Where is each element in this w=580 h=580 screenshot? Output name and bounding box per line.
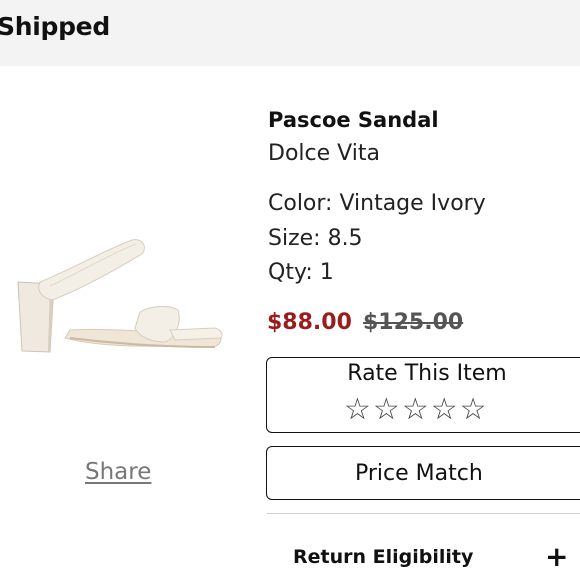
product-size: Size: 8.5 [268, 226, 363, 251]
product-brand: Dolce Vita [268, 141, 380, 166]
original-price: $125.00 [363, 310, 464, 335]
star-icon-3[interactable]: ☆ [402, 393, 429, 427]
product-image[interactable] [10, 230, 230, 360]
header-bar: Shipped [0, 0, 580, 66]
star-icon-2[interactable]: ☆ [373, 393, 400, 427]
product-name[interactable]: Pascoe Sandal [268, 108, 439, 132]
product-color: Color: Vintage Ivory [268, 191, 486, 216]
sale-price: $88.00 [267, 310, 352, 335]
product-quantity: Qty: 1 [268, 260, 334, 285]
star-icon-5[interactable]: ☆ [460, 393, 487, 427]
price-match-button[interactable]: Price Match [266, 446, 580, 500]
star-icon-4[interactable]: ☆ [431, 393, 458, 427]
rate-item-panel: Rate This Item ☆ ☆ ☆ ☆ ☆ [266, 357, 580, 433]
return-eligibility-label: Return Eligibility [293, 546, 474, 568]
star-rating[interactable]: ☆ ☆ ☆ ☆ ☆ [344, 393, 487, 427]
rate-item-title: Rate This Item [347, 361, 507, 386]
order-status-title: Shipped [0, 12, 110, 41]
star-icon-1[interactable]: ☆ [344, 393, 371, 427]
divider [267, 513, 580, 514]
expand-plus-icon[interactable]: + [545, 540, 568, 573]
return-eligibility-row[interactable]: Return Eligibility + [267, 540, 580, 580]
share-link[interactable]: Share [85, 459, 151, 485]
